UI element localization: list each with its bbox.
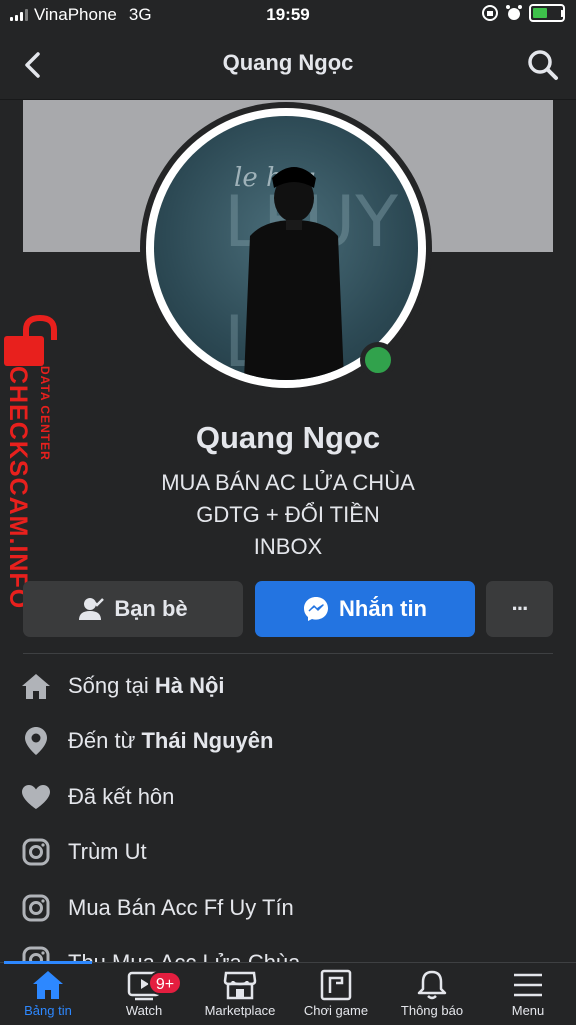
info-prefix: Đến từ [68, 728, 142, 754]
tab-notifications[interactable]: Thông báo [384, 967, 480, 1025]
tab-watch[interactable]: 9+ Watch [96, 967, 192, 1025]
info-text: Trùm Ut [68, 839, 147, 865]
messenger-icon [304, 597, 328, 621]
message-button-label: Nhắn tin [339, 596, 427, 621]
menu-icon [514, 973, 542, 997]
bio-line: MUA BÁN AC LỬA CHÙA [161, 470, 415, 495]
bottom-tab-bar: Bảng tin 9+ Watch Marketplace Chơi game … [0, 961, 576, 1025]
notification-badge: 9+ [148, 971, 182, 995]
marketplace-icon [223, 971, 257, 1000]
tab-menu[interactable]: Menu [480, 967, 576, 1025]
tab-label: Menu [511, 1003, 545, 1018]
alarm-icon [506, 5, 522, 20]
info-prefix: Sống tại [68, 672, 155, 698]
bio-line: INBOX [253, 534, 323, 559]
instagram-icon [20, 836, 52, 868]
orientation-lock-icon [482, 5, 498, 21]
divider [23, 653, 553, 654]
tab-news-feed[interactable]: Bảng tin [0, 967, 96, 1025]
friend-check-icon [79, 598, 105, 620]
info-item-lives-in[interactable]: Sống tại Hà Nội [20, 658, 560, 714]
home-icon [33, 971, 63, 999]
info-item-relationship[interactable]: Đã kết hôn [20, 769, 560, 825]
tab-label: Marketplace [204, 1003, 276, 1018]
tab-marketplace[interactable]: Marketplace [192, 967, 288, 1025]
info-value: Hà Nội [154, 672, 225, 698]
friends-button-label: Bạn bè [114, 596, 188, 621]
more-icon: ··· [511, 596, 530, 621]
heart-icon [20, 781, 52, 813]
search-icon[interactable] [526, 48, 560, 82]
profile-header: Quang Ngọc [0, 30, 576, 100]
padlock-icon [4, 314, 57, 366]
info-text: Đã kết hôn [68, 783, 175, 809]
profile-picture-art: le huy LE UY LE [224, 163, 398, 380]
message-button[interactable]: Nhắn tin [255, 581, 475, 637]
bio-line: GDTG + ĐỔI TIỀN [196, 502, 380, 527]
tab-label: Bảng tin [24, 1003, 72, 1018]
tab-label: Chơi game [303, 1003, 369, 1018]
instagram-icon [20, 892, 52, 924]
tab-label: Watch [125, 1003, 163, 1018]
more-options-button[interactable]: ··· [486, 581, 553, 637]
active-tab-indicator [4, 961, 92, 964]
info-value: Thái Nguyên [141, 728, 274, 754]
profile-bio: MUA BÁN AC LỬA CHÙA GDTG + ĐỔI TIỀN INBO… [0, 467, 576, 563]
info-item-instagram[interactable]: Trùm Ut [20, 825, 560, 881]
status-bar: VinaPhone 3G 19:59 [0, 0, 576, 30]
bell-icon [417, 970, 447, 1000]
gaming-icon [320, 969, 352, 1001]
profile-actions: Bạn bè Nhắn tin ··· [23, 581, 553, 637]
info-item-instagram[interactable]: Mua Bán Acc Ff Uy Tín [20, 880, 560, 936]
tab-gaming[interactable]: Chơi game [288, 967, 384, 1025]
location-pin-icon [20, 725, 52, 757]
profile-name: Quang Ngọc [195, 420, 381, 455]
intro-details: Sống tại Hà Nội Đến từ Thái Nguyên Đã kế… [20, 658, 560, 976]
battery-icon [529, 4, 565, 22]
home-icon [20, 670, 52, 702]
info-item-from[interactable]: Đến từ Thái Nguyên [20, 714, 560, 770]
info-text: Mua Bán Acc Ff Uy Tín [68, 894, 294, 920]
online-status-dot [360, 342, 396, 378]
header-title: Quang Ngọc [222, 50, 354, 75]
tab-label: Thông báo [400, 1003, 464, 1018]
friends-button[interactable]: Bạn bè [23, 581, 243, 637]
status-right [481, 4, 565, 22]
